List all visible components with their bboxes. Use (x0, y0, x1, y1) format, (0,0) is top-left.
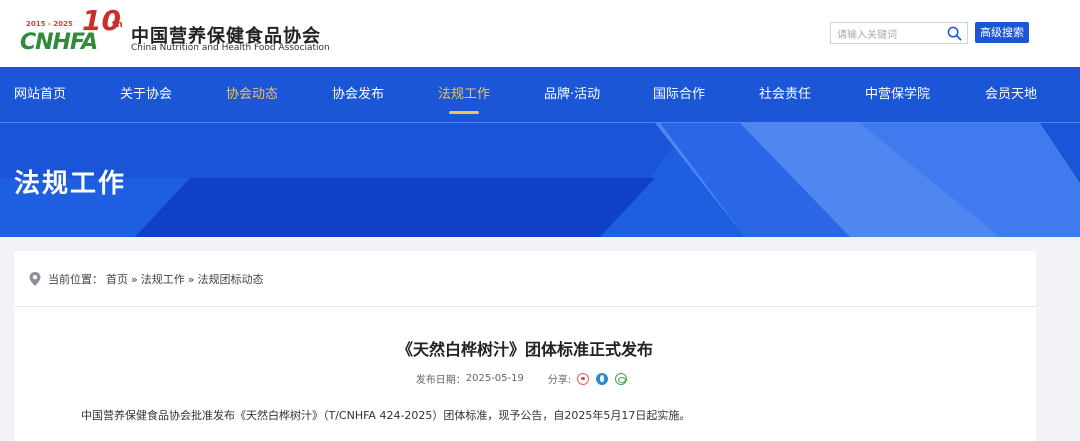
active-underline (449, 111, 479, 114)
nav-item-releases[interactable]: 协会发布 (332, 67, 384, 123)
breadcrumb-home[interactable]: 首页 (106, 271, 128, 287)
logo-mark: CNHFA (20, 30, 98, 55)
org-name-en: China Nutrition and Health Food Associat… (131, 43, 330, 53)
breadcrumb-separator: » (131, 272, 138, 286)
logo-th: th (112, 20, 123, 30)
breadcrumb-regulations[interactable]: 法规工作 (141, 271, 185, 287)
site-header: 2015 - 2025 10 th CNHFA 中国营养保健食品协会 China… (0, 0, 1080, 67)
location-pin-icon (29, 272, 41, 286)
qq-share-icon[interactable] (596, 372, 609, 385)
nav-item-members[interactable]: 会员天地 (985, 67, 1037, 123)
nav-item-regulations[interactable]: 法规工作 (438, 67, 490, 123)
nav-item-about[interactable]: 关于协会 (120, 67, 172, 123)
search-box (830, 22, 968, 46)
nav-item-home[interactable]: 网站首页 (14, 67, 66, 123)
banner-title: 法规工作 (14, 169, 127, 199)
nav-item-social-responsibility[interactable]: 社会责任 (759, 67, 811, 123)
nav-item-brand-events[interactable]: 品牌·活动 (544, 67, 600, 123)
nav-item-academy[interactable]: 中营保学院 (865, 67, 930, 123)
cnhfa-logo[interactable]: 2015 - 2025 10 th CNHFA (20, 4, 130, 62)
publish-date: 2025-05-19 (465, 373, 524, 384)
breadcrumb-prefix: 当前位置： (48, 273, 103, 286)
banner-graphic (0, 123, 1080, 237)
publish-date-label: 发布日期： (415, 375, 466, 386)
breadcrumb: 当前位置： 首页 » 法规工作 » 法规团标动态 (28, 269, 266, 289)
article-title: 《天然白桦树汁》团体标准正式发布 (396, 340, 653, 359)
nav-item-regulations-label: 法规工作 (438, 87, 491, 102)
breadcrumb-separator: » (187, 272, 195, 286)
logo-years: 2015 - 2025 (26, 20, 73, 28)
article-card: 当前位置： 首页 » 法规工作 » 法规团标动态 《天然白桦树汁》团体标准正式发… (14, 251, 1036, 441)
divider (14, 306, 1036, 307)
share-label: 分享: (547, 375, 572, 386)
main-nav: 网站首页 关于协会 协会动态 协会发布 法规工作 品牌·活动 国际合作 社会责任… (0, 67, 1080, 123)
article-meta: 发布日期： 2025-05-19 分享: (14, 371, 1036, 386)
wechat-share-icon[interactable] (615, 372, 628, 385)
article-body: 中国营养保健食品协会批准发布《天然白桦树汁》（T/CNHFA 424-2025）… (81, 409, 691, 422)
page-banner: 法规工作 (0, 123, 1080, 237)
search-icon[interactable] (947, 26, 962, 41)
search-input[interactable] (831, 25, 939, 46)
nav-item-news[interactable]: 协会动态 (226, 67, 278, 123)
breadcrumb-standards-news[interactable]: 法规团标动态 (197, 271, 263, 287)
nav-item-international[interactable]: 国际合作 (653, 67, 705, 123)
advanced-search-button[interactable]: 高级搜索 (975, 22, 1029, 43)
weibo-share-icon[interactable] (577, 372, 590, 385)
